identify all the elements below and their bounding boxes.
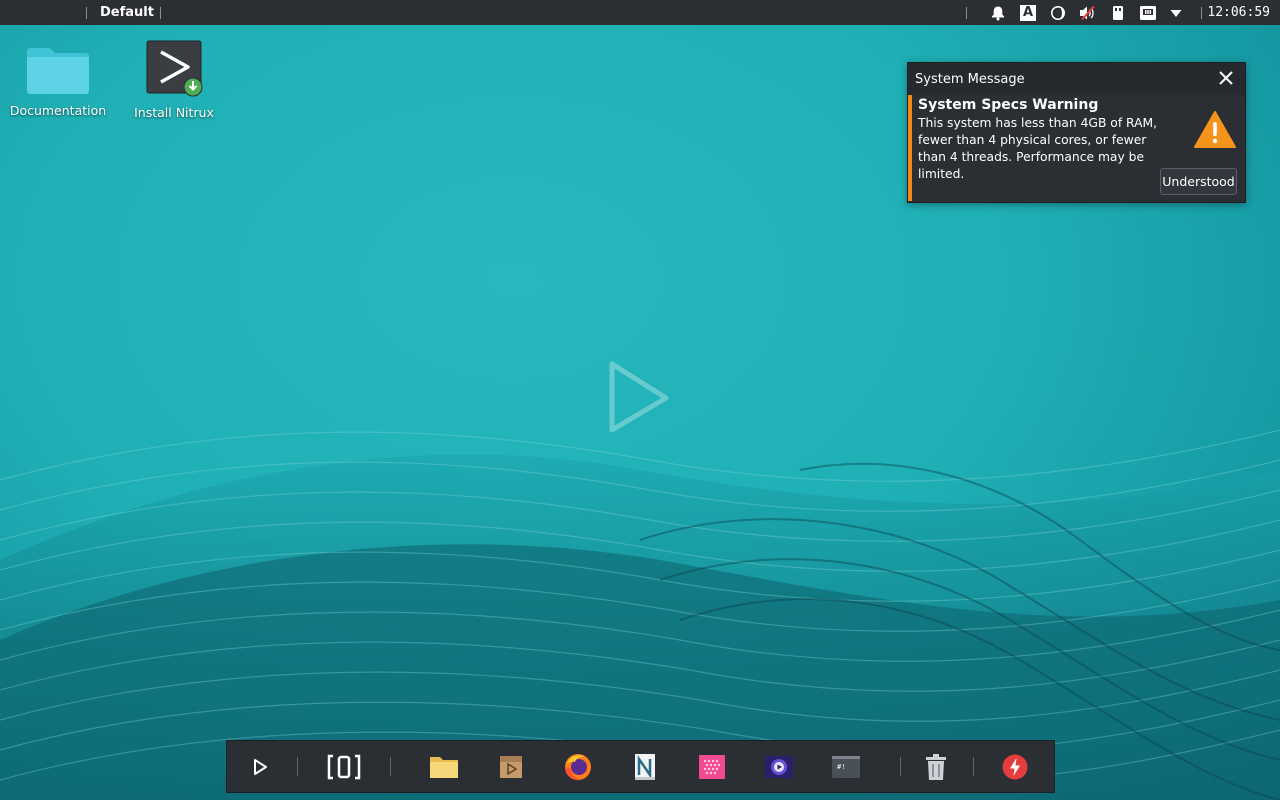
top-panel: Default A 12:06:59 <box>0 0 1280 25</box>
night-mode-icon[interactable] <box>1048 0 1068 25</box>
dock-item-file-manager[interactable] <box>424 741 464 792</box>
dock-item-power[interactable] <box>995 741 1035 792</box>
launcher-button[interactable] <box>240 741 280 792</box>
notification-accent-bar <box>908 95 912 201</box>
clock[interactable]: 12:06:59 <box>1207 0 1270 25</box>
overview-button[interactable] <box>324 741 364 792</box>
overview-icon <box>327 754 361 779</box>
notification-text: This system has less than 4GB of RAM, fe… <box>918 116 1158 181</box>
dock-item-trash[interactable] <box>916 741 956 792</box>
keyboard-layout-icon[interactable]: A <box>1018 0 1038 25</box>
trash-icon <box>926 753 946 780</box>
dock: #! <box>226 740 1055 793</box>
close-icon[interactable] <box>1217 69 1235 87</box>
dock-separator <box>973 757 974 776</box>
panel-separator <box>86 7 87 19</box>
firefox-icon <box>565 753 591 780</box>
launcher-icon <box>254 758 267 775</box>
notification-body: System Specs Warning This system has les… <box>908 95 1245 202</box>
network-icon[interactable] <box>1138 0 1158 25</box>
tray-expand-icon[interactable] <box>1166 0 1186 25</box>
terminal-icon: #! <box>832 755 860 778</box>
panel-separator <box>160 7 161 19</box>
nitrux-logo-watermark <box>609 361 669 433</box>
dock-item-terminal[interactable]: #! <box>826 741 866 792</box>
dock-separator <box>297 757 298 776</box>
folder-icon <box>27 48 89 94</box>
dock-separator <box>390 757 391 776</box>
dock-separator <box>900 757 901 776</box>
dock-item-video-player[interactable] <box>759 741 799 792</box>
dock-item-pink-app[interactable] <box>692 741 732 792</box>
dock-item-media-app[interactable] <box>491 741 531 792</box>
video-player-icon <box>765 755 793 778</box>
notification-title: System Specs Warning <box>918 97 1099 113</box>
notifications-icon[interactable] <box>988 0 1008 25</box>
volume-muted-icon[interactable] <box>1078 0 1098 25</box>
desktop-icon-documentation[interactable]: Documentation <box>3 42 113 118</box>
desktop-icon-label: Install Nitrux <box>134 105 214 120</box>
keyboard-layout-letter: A <box>1020 4 1036 21</box>
usb-device-icon[interactable] <box>1108 0 1128 25</box>
dock-item-notes[interactable] <box>625 741 665 792</box>
media-app-icon <box>500 755 522 778</box>
notes-app-icon <box>635 753 655 780</box>
notification-app-name: System Message <box>915 71 1025 87</box>
desktop-icon-label: Documentation <box>9 103 107 118</box>
file-manager-icon <box>430 756 458 778</box>
desktop-icon-install-nitrux[interactable]: Install Nitrux <box>119 40 229 120</box>
workspace-label[interactable]: Default <box>100 0 154 25</box>
understood-button[interactable]: Understood <box>1160 168 1237 195</box>
notification-header: System Message <box>908 63 1245 95</box>
installer-icon <box>146 40 203 97</box>
terminal-glyph: #! <box>837 763 845 771</box>
system-notification: System Message System Specs Warning This… <box>907 62 1246 203</box>
panel-separator <box>966 7 967 19</box>
warning-icon <box>1194 111 1236 148</box>
pink-grid-app-icon <box>699 754 725 779</box>
dock-item-firefox[interactable] <box>558 741 598 792</box>
panel-separator <box>1201 7 1202 19</box>
power-icon <box>1002 754 1028 779</box>
